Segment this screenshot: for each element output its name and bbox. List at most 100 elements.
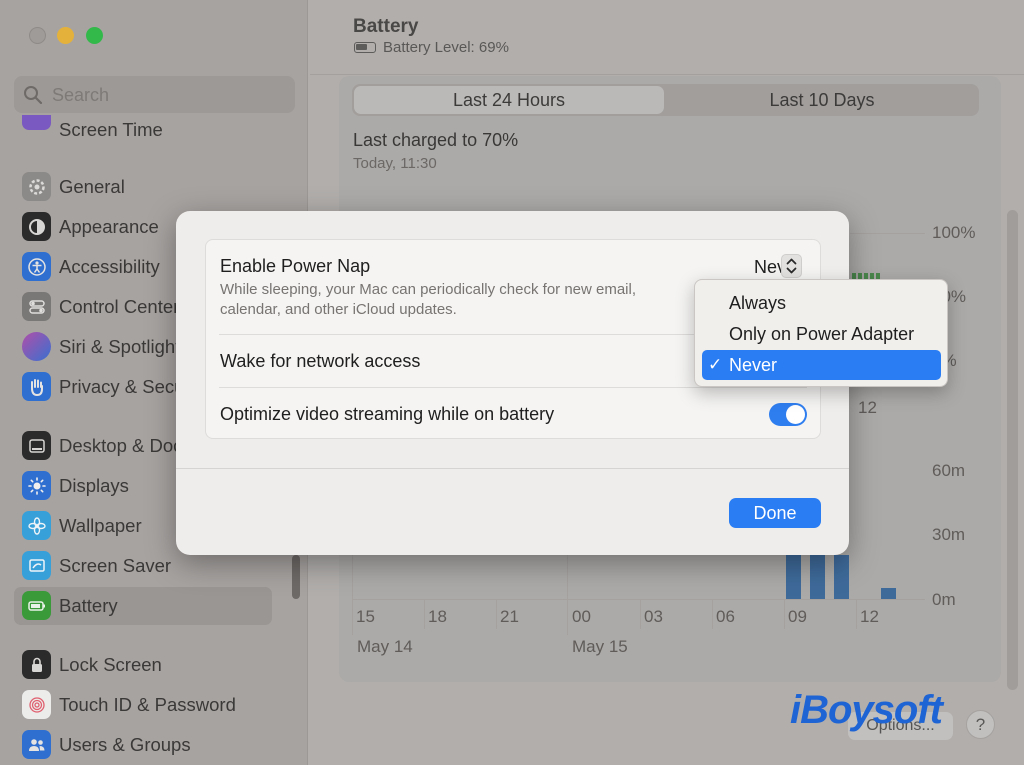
last-charged-time: Today, 11:30 xyxy=(353,155,437,172)
sidebar-item-label: Wallpaper xyxy=(59,515,142,536)
usage-gridline xyxy=(712,599,713,629)
sidebar-item-users-groups[interactable]: Users & Groups xyxy=(14,726,272,764)
usage-bar xyxy=(834,555,849,599)
accessibility-icon xyxy=(22,252,51,281)
x-tick-label: 06 xyxy=(716,607,735,626)
last-charged-text: Last charged to 70% xyxy=(353,130,519,150)
usage-baseline xyxy=(352,599,925,600)
battery-icon xyxy=(22,591,51,620)
menu-item-never[interactable]: ✓ Never xyxy=(702,350,941,380)
appearance-icon xyxy=(22,212,51,241)
x-tick-label: 03 xyxy=(644,607,663,626)
time-range-segmented-control: Last 24 Hours Last 10 Days xyxy=(352,84,979,116)
close-window-button[interactable] xyxy=(29,27,46,44)
sidebar-item-label: Lock Screen xyxy=(59,654,162,675)
usage-axis-label: 60m xyxy=(932,461,966,480)
battery-level-text: Battery Level: 69% xyxy=(383,39,509,56)
control-center-icon xyxy=(22,292,51,321)
menu-item-only-on-power-adapter[interactable]: Only on Power Adapter xyxy=(702,319,941,349)
sidebar-item-label: Users & Groups xyxy=(59,734,191,755)
usage-gridline xyxy=(784,599,785,629)
popup-stepper-arrows[interactable] xyxy=(781,254,802,278)
dock-icon xyxy=(22,431,51,460)
sidebar-item-label: Battery xyxy=(59,595,118,616)
optimize-streaming-title: Optimize video streaming while on batter… xyxy=(220,404,555,424)
usage-gridline xyxy=(424,599,425,629)
sidebar-item-label: Siri & Spotlight xyxy=(59,336,181,357)
x-tick-label: 18 xyxy=(428,607,447,626)
sidebar-item-label: Displays xyxy=(59,475,129,496)
sidebar-item-lock-screen[interactable]: Lock Screen xyxy=(14,646,272,684)
sidebar-item-general[interactable]: General xyxy=(14,168,272,206)
sidebar-item-label: Touch ID & Password xyxy=(59,694,236,715)
usage-gridline xyxy=(352,555,353,635)
optimize-streaming-toggle[interactable] xyxy=(769,403,807,426)
sidebar-item-label: Accessibility xyxy=(59,256,160,277)
usage-gridline xyxy=(640,599,641,629)
x-tick-label: 00 xyxy=(572,607,591,626)
sidebar-item-label: Control Center xyxy=(59,296,180,317)
x-tick-label: 15 xyxy=(356,607,375,626)
minimize-window-button[interactable] xyxy=(57,27,74,44)
search-placeholder: Search xyxy=(52,85,110,105)
menu-item-label: Always xyxy=(729,293,787,313)
main-scrollbar[interactable] xyxy=(1007,210,1018,690)
power-nap-dropdown-menu: Always Only on Power Adapter ✓ Never xyxy=(694,279,948,387)
level-time-tick: 12 xyxy=(858,398,877,417)
power-nap-description: While sleeping, your Mac can periodicall… xyxy=(220,281,637,318)
chevron-up-down-icon xyxy=(786,258,797,274)
usage-bar xyxy=(786,555,801,599)
usage-axis-label: 0m xyxy=(932,590,956,609)
usage-gridline xyxy=(567,555,568,635)
lock-icon xyxy=(22,650,51,679)
sidebar-item-screen-time[interactable]: Screen Time xyxy=(14,115,272,141)
usage-bar xyxy=(881,588,896,599)
level-gridline xyxy=(850,233,925,234)
x-tick-label: 09 xyxy=(788,607,807,626)
battery-level-icon xyxy=(354,42,376,53)
help-button[interactable]: ? xyxy=(966,710,995,739)
search-icon xyxy=(24,86,43,105)
usage-gridline xyxy=(856,599,857,629)
sidebar-item-touch-id[interactable]: Touch ID & Password xyxy=(14,686,272,724)
tab-last-10-days[interactable]: Last 10 Days xyxy=(667,86,977,114)
sidebar-item-label: Screen Time xyxy=(59,119,163,140)
sidebar-item-label: Desktop & Dock xyxy=(59,435,192,456)
power-nap-title: Enable Power Nap xyxy=(220,256,371,276)
siri-icon xyxy=(22,332,51,361)
tab-last-24-hours[interactable]: Last 24 Hours xyxy=(354,86,664,114)
sidebar-item-label: General xyxy=(59,176,125,197)
menu-item-label: Never xyxy=(729,355,778,375)
x-tick-label: 21 xyxy=(500,607,519,626)
iboysoft-watermark: iBoysoft xyxy=(790,688,943,732)
page-title: Battery xyxy=(353,16,419,37)
gear-icon xyxy=(22,172,51,201)
fingerprint-icon xyxy=(22,690,51,719)
screen-saver-icon xyxy=(22,551,51,580)
date-label: May 15 xyxy=(572,637,628,656)
usage-gridline xyxy=(496,599,497,629)
menu-item-always[interactable]: Always xyxy=(702,288,941,318)
sun-icon xyxy=(22,471,51,500)
users-icon xyxy=(22,730,51,759)
done-button[interactable]: Done xyxy=(729,498,821,528)
level-axis-label: 100% xyxy=(932,223,976,242)
toggle-knob xyxy=(786,405,805,424)
maximize-window-button[interactable] xyxy=(86,27,103,44)
menu-item-label: Only on Power Adapter xyxy=(729,324,915,344)
optimize-streaming-row: Optimize video streaming while on batter… xyxy=(206,388,820,440)
checkmark-icon: ✓ xyxy=(708,355,723,374)
usage-bar xyxy=(810,555,825,599)
hand-icon xyxy=(22,372,51,401)
wake-network-title: Wake for network access xyxy=(220,351,421,371)
hourglass-icon xyxy=(22,115,51,130)
sidebar-item-label: Appearance xyxy=(59,216,159,237)
sheet-divider xyxy=(176,468,849,469)
x-tick-label: 12 xyxy=(860,607,879,626)
sidebar-scrollbar[interactable] xyxy=(292,555,300,599)
sidebar-item-label: Screen Saver xyxy=(59,555,172,576)
header-divider xyxy=(310,74,1024,75)
flower-icon xyxy=(22,511,51,540)
sidebar-item-battery[interactable]: Battery xyxy=(14,587,272,625)
sidebar-search-field[interactable]: Search xyxy=(14,76,295,113)
